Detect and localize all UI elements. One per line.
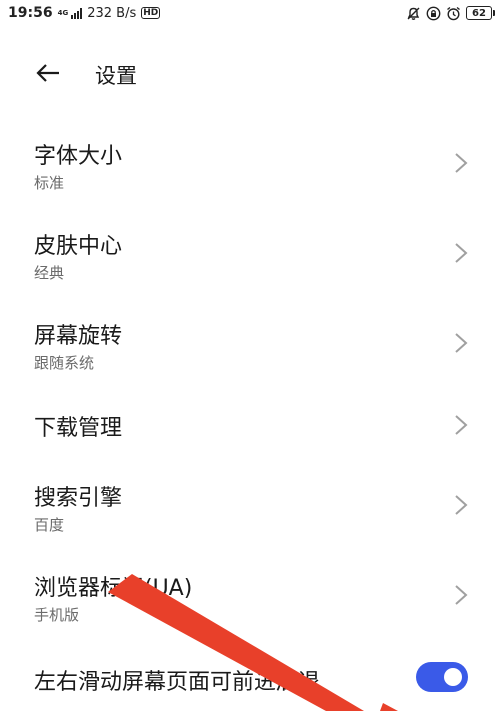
chevron-right-icon <box>455 585 468 605</box>
chevron-right-icon <box>455 243 468 263</box>
setting-title: 左右滑动屏幕页面可前进后退 <box>34 670 321 695</box>
network-speed: 232 B/s <box>87 5 137 21</box>
arrow-left-icon <box>36 64 59 82</box>
back-button[interactable] <box>34 59 62 87</box>
alarm-icon <box>446 6 461 21</box>
setting-skin-center[interactable]: 皮肤中心 经典 <box>0 220 500 290</box>
setting-title: 皮肤中心 <box>34 234 123 259</box>
setting-subtitle: 标准 <box>34 174 65 192</box>
bell-off-icon <box>406 6 421 21</box>
lock-rotation-icon <box>426 6 441 21</box>
status-bar-right: 62 <box>406 6 495 21</box>
status-bar: 19:56 4G 232 B/s HD 62 <box>0 0 500 26</box>
setting-title: 屏幕旋转 <box>34 324 123 349</box>
signal-icon <box>71 7 83 19</box>
chevron-right-icon <box>455 153 468 173</box>
network-type: 4G <box>57 8 69 17</box>
setting-subtitle: 百度 <box>34 516 65 534</box>
setting-browser-ua[interactable]: 浏览器标识(UA) 手机版 <box>0 562 500 632</box>
status-bar-left: 19:56 4G 232 B/s HD <box>8 5 161 21</box>
setting-subtitle: 跟随系统 <box>34 354 95 372</box>
chevron-right-icon <box>455 495 468 515</box>
chevron-right-icon <box>455 333 468 353</box>
hd-icon: HD <box>141 7 161 19</box>
setting-subtitle: 手机版 <box>34 606 80 624</box>
setting-subtitle: 经典 <box>34 264 65 282</box>
app-header: 设置 <box>0 50 500 96</box>
setting-download-manager[interactable]: 下载管理 <box>0 400 500 450</box>
setting-title: 搜索引擎 <box>34 486 123 511</box>
status-time: 19:56 <box>8 5 53 21</box>
chevron-right-icon <box>455 415 468 435</box>
setting-font-size[interactable]: 字体大小 标准 <box>0 130 500 200</box>
setting-screen-rotation[interactable]: 屏幕旋转 跟随系统 <box>0 310 500 380</box>
page-title: 设置 <box>95 64 137 88</box>
setting-title: 字体大小 <box>34 144 123 169</box>
setting-title: 浏览器标识(UA) <box>34 576 193 601</box>
swipe-navigation-toggle[interactable] <box>416 662 468 692</box>
setting-title: 下载管理 <box>34 416 123 441</box>
setting-search-engine[interactable]: 搜索引擎 百度 <box>0 472 500 542</box>
battery-icon: 62 <box>466 6 495 20</box>
toggle-knob <box>444 668 462 686</box>
